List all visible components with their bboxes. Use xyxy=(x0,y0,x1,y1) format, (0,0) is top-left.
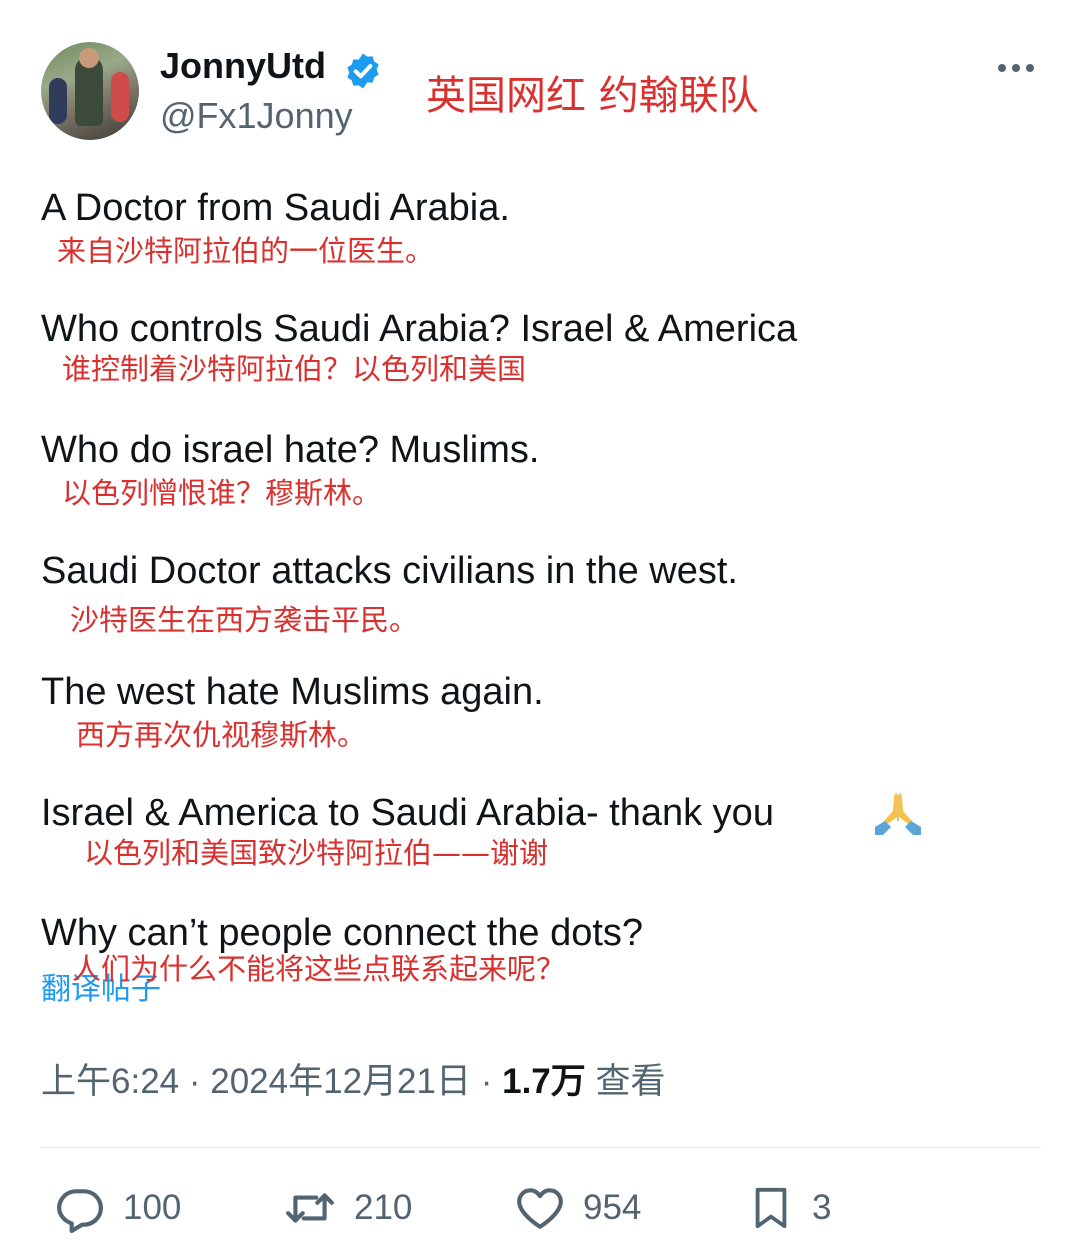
folded-hands-emoji-icon xyxy=(875,793,921,835)
repost-button[interactable]: 210 xyxy=(284,1180,412,1236)
avatar-figure xyxy=(49,78,67,124)
tweet-line-translation: 西方再次仇视穆斯林。 xyxy=(76,718,367,752)
reply-button[interactable]: 100 xyxy=(55,1180,181,1236)
like-button[interactable]: 954 xyxy=(515,1180,641,1236)
avatar-figure xyxy=(111,72,129,122)
tweet-line: Who controls Saudi Arabia? Israel & Amer… xyxy=(41,308,798,350)
post-time[interactable]: 上午6:24 xyxy=(41,1062,179,1101)
views-count: 1.7万 xyxy=(502,1062,586,1101)
reply-count: 100 xyxy=(123,1188,182,1227)
repost-icon xyxy=(286,1193,334,1223)
divider xyxy=(41,1147,1041,1148)
tweet-line: The west hate Muslims again. xyxy=(41,671,544,713)
like-count: 954 xyxy=(583,1188,642,1227)
tweet-line-translation: 谁控制着沙特阿拉伯？以色列和美国 xyxy=(62,352,527,386)
tweet-line: Saudi Doctor attacks civilians in the we… xyxy=(41,550,738,592)
tweet-line-translation: 来自沙特阿拉伯的一位医生。 xyxy=(57,234,435,268)
tweet-line-translation: 以色列憎恨谁？穆斯林。 xyxy=(62,476,382,510)
tweet-line: A Doctor from Saudi Arabia. xyxy=(41,187,510,229)
annotation-label: 英国网红 约翰联队 xyxy=(426,73,759,119)
avatar[interactable] xyxy=(41,42,139,140)
tweet-line-translation: 以色列和美国致沙特阿拉伯——谢谢 xyxy=(84,836,549,870)
post-meta: 上午6:24 · 2024年12月21日 · 1.7万 查看 xyxy=(41,1056,666,1108)
display-name[interactable]: JonnyUtd xyxy=(160,44,326,88)
tweet-line-translation: 人们为什么不能将这些点联系起来呢？ xyxy=(72,952,566,986)
bookmark-button[interactable]: 3 xyxy=(748,1180,831,1236)
tweet-line: Israel & America to Saudi Arabia- thank … xyxy=(41,792,774,834)
verified-badge-icon xyxy=(347,53,379,89)
more-options-icon[interactable] xyxy=(996,56,1036,80)
heart-icon xyxy=(517,1188,563,1229)
bookmark-count: 3 xyxy=(812,1188,832,1227)
user-handle[interactable]: @Fx1Jonny xyxy=(160,94,353,138)
reply-icon xyxy=(57,1189,103,1233)
bookmark-icon xyxy=(755,1187,787,1229)
post-date[interactable]: 2024年12月21日 xyxy=(210,1062,471,1101)
views-label: 查看 xyxy=(595,1062,666,1101)
watermark-overlay xyxy=(840,1186,1060,1232)
repost-count: 210 xyxy=(354,1188,413,1227)
meta-separator: · xyxy=(188,1062,211,1101)
avatar-figure xyxy=(79,48,99,68)
meta-separator: · xyxy=(480,1062,503,1101)
tweet-line-translation: 沙特医生在西方袭击平民。 xyxy=(70,603,419,637)
tweet-line: Who do israel hate? Muslims. xyxy=(41,429,540,471)
